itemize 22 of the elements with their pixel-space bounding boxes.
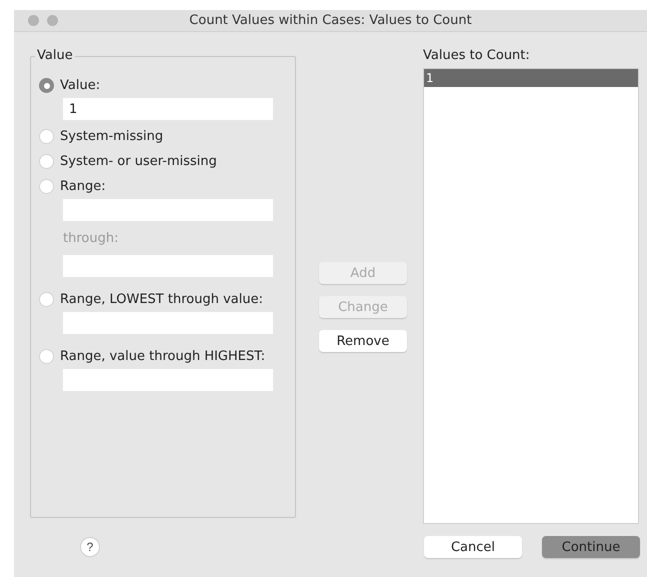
radio-option[interactable]: Range, value through HIGHEST: — [39, 344, 295, 369]
value-field[interactable] — [63, 369, 273, 391]
value-field[interactable] — [63, 312, 273, 334]
value-field[interactable] — [63, 255, 273, 277]
list-action-button[interactable]: Remove — [319, 330, 407, 352]
close-icon[interactable] — [28, 15, 39, 26]
radio-option[interactable]: Range: — [39, 174, 295, 199]
window-title: Count Values within Cases: Values to Count — [189, 13, 473, 28]
help-button[interactable]: ? — [80, 537, 100, 557]
through-label: through: — [63, 231, 120, 247]
radio-option[interactable]: Range, LOWEST through value: — [39, 287, 295, 312]
list-item[interactable]: 1 — [424, 69, 638, 87]
dialog-button[interactable]: Continue — [542, 536, 640, 558]
value-field[interactable] — [63, 199, 273, 221]
list-label: Values to Count: — [423, 48, 531, 63]
minimize-icon[interactable] — [47, 15, 58, 26]
radio-option[interactable]: Value: — [39, 73, 295, 98]
value-field[interactable]: 1 — [63, 98, 273, 120]
radio-option[interactable]: System-missing — [39, 124, 295, 149]
dialog-button[interactable]: Cancel — [424, 536, 522, 558]
radio-option[interactable]: System- or user-missing — [39, 149, 295, 174]
values-list[interactable]: 1 — [423, 68, 639, 524]
